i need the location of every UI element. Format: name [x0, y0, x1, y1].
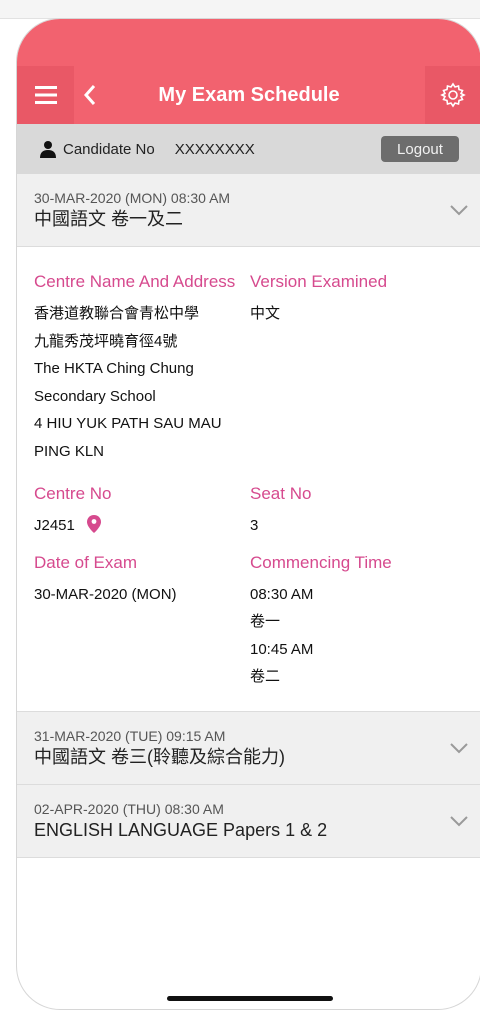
exam-datetime: 02-APR-2020 (THU) 08:30 AM: [34, 800, 224, 817]
centre-no-label: Centre No: [34, 484, 112, 503]
candidate-label: Candidate No: [63, 140, 155, 158]
centre-address-line: The HKTA Ching Chung: [34, 360, 194, 377]
menu-button[interactable]: [17, 66, 74, 124]
date-of-exam-label: Date of Exam: [34, 552, 137, 572]
chevron-left-icon: [83, 85, 96, 105]
centre-address-line: PING KLN: [34, 442, 105, 460]
version-label: Version Examined: [250, 272, 388, 291]
back-button[interactable]: [74, 66, 106, 124]
hamburger-menu-icon: [34, 86, 57, 104]
commencing-time-line: 卷一: [250, 613, 281, 630]
centre-name-label: Centre Name And Address: [34, 272, 236, 291]
chevron-down-icon: [450, 742, 468, 753]
exam-item-header[interactable]: 30-MAR-2020 (MON) 08:30 AM 中國語文 卷一及二: [17, 174, 480, 247]
home-indicator: [167, 996, 333, 1001]
exam-subject: ENGLISH LANGUAGE Papers 1 & 2: [34, 819, 328, 840]
version-value: 中文: [250, 305, 281, 322]
seat-no-value: 3: [250, 517, 259, 534]
centre-address-line: 九龍秀茂坪曉育徑4號: [34, 332, 178, 350]
centre-no-value: J2451: [34, 517, 75, 534]
commencing-time-line: 08:30 AM: [250, 585, 314, 603]
person-icon: [40, 141, 56, 158]
exam-subject: 中國語文 卷三(聆聽及綜合能力): [34, 746, 285, 767]
centre-address-line: Secondary School: [34, 387, 156, 405]
exam-datetime: 31-MAR-2020 (TUE) 09:15 AM: [34, 727, 226, 744]
exam-item-header[interactable]: 02-APR-2020 (THU) 08:30 AM ENGLISH LANGU…: [17, 784, 480, 858]
settings-button[interactable]: [425, 66, 480, 124]
exam-datetime: 30-MAR-2020 (MON) 08:30 AM: [34, 190, 231, 206]
app-screen: My Exam Schedule Candidate No XXXXXXXX L…: [16, 18, 480, 1010]
exam-details: Centre Name And Address 香港道教聯合會青松中學 九龍秀茂…: [17, 247, 480, 712]
chevron-down-icon: [450, 815, 468, 826]
chevron-down-icon: [450, 205, 468, 216]
date-of-exam-value: 30-MAR-2020 (MON): [34, 585, 177, 603]
logout-button[interactable]: Logout: [381, 136, 459, 162]
commencing-time-line: 卷二: [250, 668, 281, 685]
candidate-number: XXXXXXXX: [174, 140, 255, 158]
centre-address-line: 4 HIU YUK PATH SAU MAU: [34, 415, 222, 432]
top-strip: [0, 0, 480, 19]
exam-item-header[interactable]: 31-MAR-2020 (TUE) 09:15 AM 中國語文 卷三(聆聽及綜合…: [17, 711, 480, 785]
status-area: [17, 19, 480, 66]
commencing-time-label: Commencing Time: [250, 552, 392, 572]
exam-subject: 中國語文 卷一及二: [34, 209, 184, 229]
map-pin-icon[interactable]: [87, 515, 102, 533]
centre-address-line: 香港道教聯合會青松中學: [34, 305, 200, 322]
seat-no-label: Seat No: [250, 484, 312, 503]
candidate-bar: Candidate No XXXXXXXX Logout: [17, 124, 480, 174]
gear-icon: [440, 82, 466, 108]
app-header: My Exam Schedule: [17, 66, 480, 124]
commencing-time-line: 10:45 AM: [250, 640, 314, 658]
